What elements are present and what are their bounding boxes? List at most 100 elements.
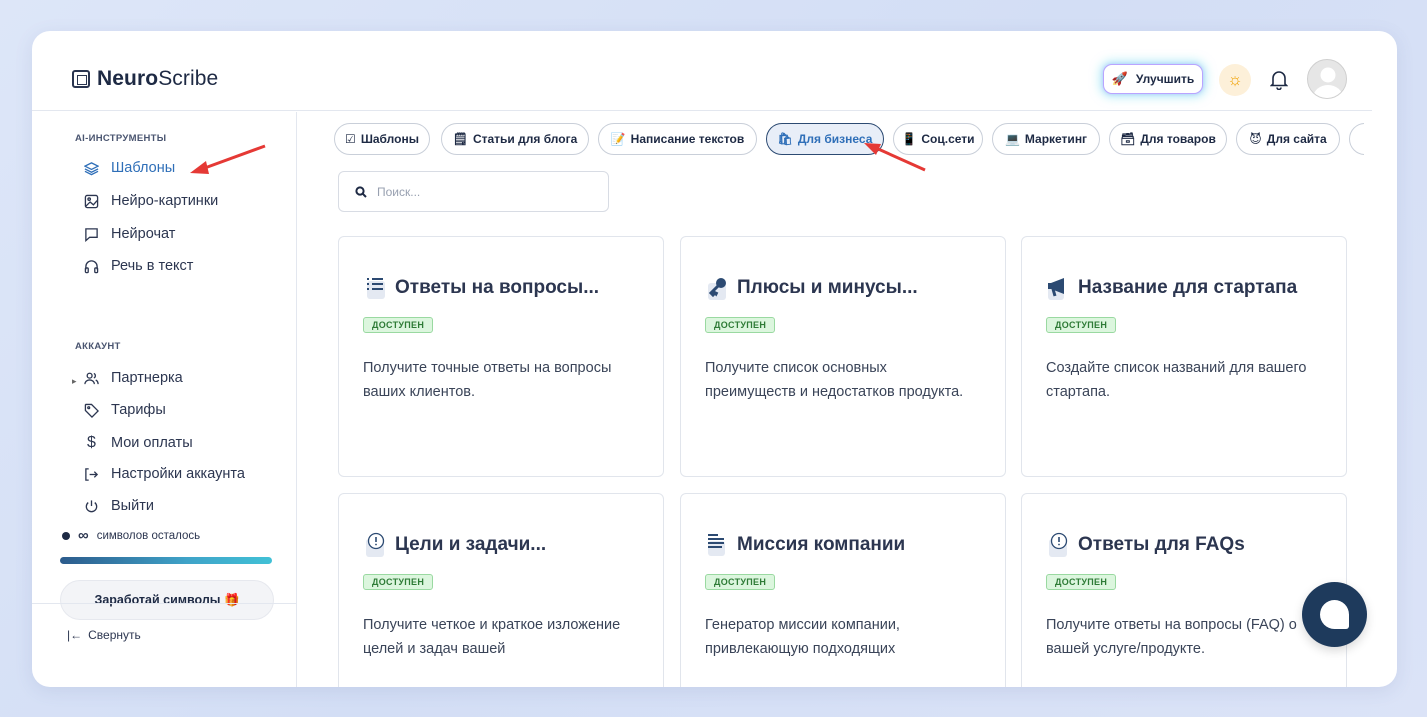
sidebar-item-label: Настройки аккаунта bbox=[111, 466, 245, 482]
search-input[interactable] bbox=[377, 184, 577, 199]
card-title: Название для стартапа bbox=[1046, 275, 1297, 301]
text-lines-icon bbox=[708, 534, 725, 556]
status-badge: ДОСТУПЕН bbox=[1046, 317, 1117, 333]
chat-bubble-icon bbox=[1320, 600, 1349, 629]
chip-products[interactable]: 🗃 Для товаров bbox=[1109, 123, 1227, 155]
sidebar-item-speech-to-text[interactable]: Речь в текст bbox=[84, 258, 193, 274]
card-description: Получите список основных преимуществ и н… bbox=[705, 360, 964, 400]
divider bbox=[32, 603, 297, 604]
sidebar-item-label: Мои оплаты bbox=[111, 435, 193, 451]
symbols-text: символов осталось bbox=[96, 529, 201, 542]
template-card[interactable]: Цели и задачи... ДОСТУПЕН Получите четко… bbox=[338, 493, 664, 687]
template-card[interactable]: Название для стартапа ДОСТУПЕН Создайте … bbox=[1021, 236, 1347, 477]
template-card[interactable]: Ответы на вопросы... ДОСТУПЕН Получите т… bbox=[338, 236, 664, 477]
sidebar-item-label: Речь в текст bbox=[111, 258, 194, 274]
card-box-icon: 🗃 bbox=[1120, 132, 1136, 146]
chip-website[interactable]: 😈 Для сайта bbox=[1236, 123, 1340, 155]
chat-icon bbox=[85, 227, 98, 242]
megaphone-icon bbox=[1048, 278, 1064, 300]
chip-templates[interactable]: ☑ Шаблоны bbox=[334, 123, 430, 155]
chip-more[interactable] bbox=[1349, 123, 1364, 155]
notifications-button[interactable] bbox=[1267, 67, 1291, 93]
status-badge: ДОСТУПЕН bbox=[705, 317, 776, 333]
category-filter-bar: ☑ Шаблоны 🗒 Статьи для блога 📝 Написание те… bbox=[334, 123, 1364, 155]
chip-business[interactable]: 🛍 Для бизнеса bbox=[766, 123, 884, 155]
layers-icon bbox=[84, 161, 99, 175]
chip-social-media[interactable]: 📱 Соц.сети bbox=[893, 123, 983, 155]
memo-icon: 📝 bbox=[610, 132, 626, 146]
card-description: Создайте список названий для вашего стар… bbox=[1046, 360, 1307, 400]
brand-logo[interactable]: Neuro Scribe bbox=[72, 67, 218, 91]
chip-label: Написание текстов bbox=[630, 132, 745, 146]
chip-copywriting[interactable]: 📝 Написание текстов bbox=[598, 123, 757, 155]
sidebar-item-label: Шаблоны bbox=[111, 160, 176, 176]
shopping-bags-icon: 🛍 bbox=[777, 132, 793, 146]
alert-icon bbox=[1049, 532, 1068, 557]
search-icon bbox=[355, 185, 367, 198]
chat-widget-button[interactable] bbox=[1302, 582, 1367, 647]
users-icon bbox=[84, 372, 99, 384]
chevron-right-icon[interactable]: ▸ bbox=[72, 376, 77, 387]
card-title-text: Ответы на вопросы... bbox=[395, 277, 600, 298]
symbols-remaining: ∞ символов осталось bbox=[62, 527, 200, 544]
search-box bbox=[338, 171, 609, 212]
card-title: Ответы на вопросы... bbox=[363, 275, 599, 301]
sidebar-item-partner[interactable]: Партнерка bbox=[84, 370, 183, 386]
chip-label: Статьи для блога bbox=[472, 132, 578, 146]
status-badge: ДОСТУПЕН bbox=[363, 574, 434, 590]
power-icon bbox=[85, 499, 98, 512]
status-dot bbox=[62, 531, 70, 540]
upgrade-button[interactable]: 🚀 Улучшить bbox=[1103, 64, 1203, 94]
symbols-value: ∞ bbox=[78, 527, 89, 544]
chip-label: Соц.сети bbox=[921, 132, 975, 146]
theme-toggle-button[interactable]: ☼ bbox=[1219, 64, 1251, 96]
laptop-icon: 💻 bbox=[1004, 132, 1020, 146]
sidebar-item-templates[interactable]: Шаблоны bbox=[84, 160, 175, 176]
user-avatar[interactable] bbox=[1307, 59, 1347, 99]
card-title-text: Плюсы и минусы... bbox=[737, 277, 918, 298]
card-description: Получите ответы на вопросы (FAQ) о вашей… bbox=[1046, 617, 1297, 657]
card-title-text: Цели и задачи... bbox=[395, 534, 547, 555]
key-icon bbox=[708, 278, 726, 300]
dollar-icon: $ bbox=[87, 434, 96, 451]
sidebar-item-neuro-images[interactable]: Нейро-картинки bbox=[84, 193, 218, 209]
brand-name-bold: Neuro bbox=[97, 67, 159, 90]
card-description: Получите точные ответы на вопросы ваших … bbox=[363, 360, 612, 400]
alert-icon bbox=[366, 532, 385, 557]
sidebar-item-logout[interactable]: Выйти bbox=[84, 498, 154, 514]
app-window: Neuro Scribe 🚀 Улучшить ☼ AI-ИНСТРУМЕНТЫ … bbox=[32, 31, 1397, 687]
phone-icon: 📱 bbox=[901, 132, 917, 146]
sidebar-item-payments[interactable]: $ Мои оплаты bbox=[84, 434, 193, 452]
template-card[interactable]: Ответы для FAQs ДОСТУПЕН Получите ответы… bbox=[1021, 493, 1347, 687]
card-description: Генератор миссии компании, привлекающую … bbox=[705, 617, 900, 657]
sidebar-item-label: Нейрочат bbox=[111, 226, 176, 242]
sidebar: AI-ИНСТРУМЕНТЫ Шаблоны Нейро-картинки Не… bbox=[32, 112, 297, 687]
sidebar-item-neurochat[interactable]: Нейрочат bbox=[84, 226, 175, 242]
sidebar-item-label: Нейро-картинки bbox=[111, 193, 219, 209]
status-badge: ДОСТУПЕН bbox=[705, 574, 776, 590]
collapse-label: Свернуть bbox=[88, 628, 141, 642]
status-badge: ДОСТУПЕН bbox=[1046, 574, 1117, 590]
status-badge: ДОСТУПЕН bbox=[363, 317, 434, 333]
rocket-icon: 🚀 bbox=[1111, 71, 1128, 86]
card-title-text: Ответы для FAQs bbox=[1078, 534, 1245, 555]
login-icon bbox=[85, 467, 99, 481]
template-card[interactable]: Миссия компании ДОСТУПЕН Генератор мисси… bbox=[680, 493, 1006, 687]
earn-symbols-button[interactable]: Заработай символы 🎁 bbox=[60, 580, 274, 620]
chip-marketing[interactable]: 💻 Маркетинг bbox=[992, 123, 1100, 155]
earn-symbols-label: Заработай символы 🎁 bbox=[94, 593, 240, 607]
template-card[interactable]: Плюсы и минусы... ДОСТУПЕН Получите спис… bbox=[680, 236, 1006, 477]
collapse-button[interactable]: |← Свернуть bbox=[67, 628, 141, 642]
sidebar-item-account-settings[interactable]: Настройки аккаунта bbox=[84, 466, 245, 482]
image-icon bbox=[84, 194, 99, 208]
sidebar-item-tariffs[interactable]: Тарифы bbox=[84, 402, 166, 418]
chip-label: Для бизнеса bbox=[797, 132, 873, 146]
sidebar-item-label: Партнерка bbox=[111, 370, 183, 386]
checkbox-icon: ☑ bbox=[345, 132, 356, 146]
upgrade-label: Улучшить bbox=[1135, 72, 1195, 86]
chip-blog-articles[interactable]: 🗒 Статьи для блога bbox=[441, 123, 589, 155]
devil-icon: 😈 bbox=[1249, 132, 1262, 146]
section-title-ai: AI-ИНСТРУМЕНТЫ bbox=[75, 133, 167, 144]
tag-icon bbox=[84, 403, 99, 418]
sidebar-item-label: Выйти bbox=[111, 498, 154, 514]
